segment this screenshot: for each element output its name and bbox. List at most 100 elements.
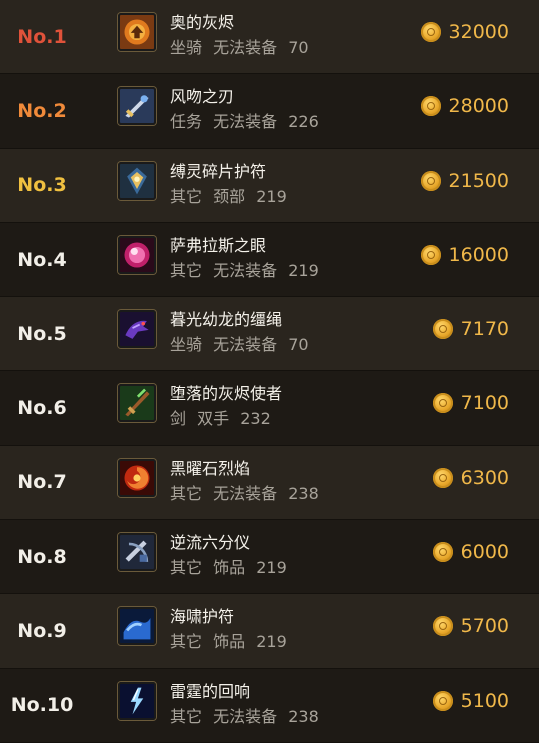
gold-coin-icon [432,542,453,563]
lightning-icon [118,681,156,720]
ashes-mount-icon [118,13,156,51]
list-item[interactable]: No.6 堕落的灰烬使者 剑 双手 232 7100 [0,371,539,446]
list-item[interactable]: No.7 黑曜石烈焰 其它 无法装备 238 6300 [0,445,539,521]
item-slot: 颈部 [213,186,246,206]
item-level: 219 [256,186,287,206]
item-name: 奥的灰烬 [170,13,235,32]
item-meta: 剑 双手 232 [170,405,277,429]
item-slot: 无法装备 [213,483,278,503]
item-meta: 其它 饰品 219 [170,628,293,652]
item-type: 其它 [170,706,203,726]
price-value: 21500 [448,169,509,192]
rank-label: No.9 [17,620,67,643]
item-name: 黑曜石烈焰 [170,458,251,478]
list-item[interactable]: No.9 海啸护符 其它 饰品 219 5700 [0,594,539,669]
rank-label: No.5 [17,322,67,345]
item-meta: 其它 无法装备 238 [170,703,325,727]
item-price: 21500 [420,149,509,213]
rank-label: No.2 [17,99,67,122]
price-value: 6000 [460,541,509,564]
gold-coin-icon [432,319,453,340]
price-value: 7170 [460,318,509,341]
price-value: 32000 [448,21,509,43]
item-slot: 无法装备 [213,38,278,57]
list-item[interactable]: No.2 风吻之刃 任务 无法装备 226 28000 [0,74,539,149]
item-slot: 无法装备 [213,260,278,280]
item-meta: 坐骑 无法装备 70 [170,331,315,355]
price-value: 6300 [460,466,509,489]
rank-label: No.6 [17,397,67,420]
price-value: 16000 [448,243,509,266]
gold-coin-icon [432,616,453,637]
item-name: 海啸护符 [170,607,235,627]
list-item[interactable]: No.8 逆流六分仪 其它 饰品 219 6000 [0,520,539,595]
item-slot: 饰品 [213,558,246,578]
item-type: 坐骑 [170,38,203,57]
drake-reins-icon [118,310,156,349]
item-level: 232 [240,409,271,429]
fire-swirl-icon [118,458,156,497]
list-item[interactable]: No.1 奥的灰烬 坐骑 无法装备 70 32000 [0,0,539,75]
item-slot: 无法装备 [213,112,278,132]
rank-label: No.4 [17,248,67,271]
gold-coin-icon [432,467,453,488]
gold-coin-icon [420,22,441,42]
list-item[interactable]: No.5 暮光幼龙的缰绳 坐骑 无法装备 70 7170 [0,297,539,372]
item-level: 238 [288,483,319,503]
rank-label: No.8 [17,545,67,568]
sextant-icon [118,533,156,572]
item-type: 坐骑 [170,335,203,355]
rank-label: No.10 [10,694,74,717]
gold-coin-icon [420,170,441,191]
item-slot: 饰品 [213,632,246,652]
item-price: 7170 [432,297,509,361]
item-slot: 无法装备 [213,706,278,726]
item-price: 7100 [432,371,509,435]
item-type: 剑 [170,409,187,429]
item-name: 风吻之刃 [170,87,235,107]
list-item[interactable]: No.10 雷霆的回响 其它 无法装备 238 5100 [0,668,539,743]
price-value: 7100 [460,392,509,415]
price-value: 28000 [448,95,509,118]
item-meta: 其它 无法装备 219 [170,257,325,281]
item-type: 其它 [170,483,203,503]
gold-coin-icon [420,96,441,117]
item-name: 逆流六分仪 [170,533,251,553]
item-slot: 无法装备 [213,335,278,355]
item-name: 雷霆的回响 [170,681,251,701]
pink-orb-icon [118,235,156,274]
item-type: 任务 [170,112,203,132]
item-level: 219 [288,260,319,280]
gold-coin-icon [420,244,441,265]
item-level: 219 [256,632,287,652]
item-price: 5700 [432,594,509,658]
item-level: 226 [288,112,319,132]
gold-coin-icon [432,393,453,414]
item-price: 6300 [432,446,509,510]
item-type: 其它 [170,558,203,578]
price-value: 5700 [460,615,509,638]
item-level: 70 [288,38,309,57]
item-meta: 其它 无法装备 238 [170,480,325,504]
item-level: 238 [288,706,319,726]
list-item[interactable]: No.4 萨弗拉斯之眼 其它 无法装备 219 16000 [0,222,539,298]
list-item[interactable]: No.3 缚灵碎片护符 其它 颈部 219 21500 [0,148,539,223]
ranking-list: No.1 奥的灰烬 坐骑 无法装备 70 32000 No.2 风吻之刃 任务 … [0,0,539,743]
item-level: 219 [256,558,287,578]
item-price: 32000 [420,0,509,64]
item-level: 70 [288,335,309,355]
rank-label: No.3 [17,174,67,197]
amulet-icon [118,161,156,200]
item-meta: 坐骑 无法装备 70 [170,34,315,58]
item-price: 28000 [420,74,509,138]
item-meta: 任务 无法装备 226 [170,108,325,132]
gold-coin-icon [432,690,453,711]
item-meta: 其它 饰品 219 [170,554,293,578]
item-price: 5100 [432,669,509,733]
item-type: 其它 [170,260,203,280]
rank-label: No.1 [17,25,67,48]
tsunami-icon [118,607,156,646]
item-name: 堕落的灰烬使者 [170,384,283,404]
item-slot: 双手 [197,409,230,429]
item-type: 其它 [170,632,203,652]
